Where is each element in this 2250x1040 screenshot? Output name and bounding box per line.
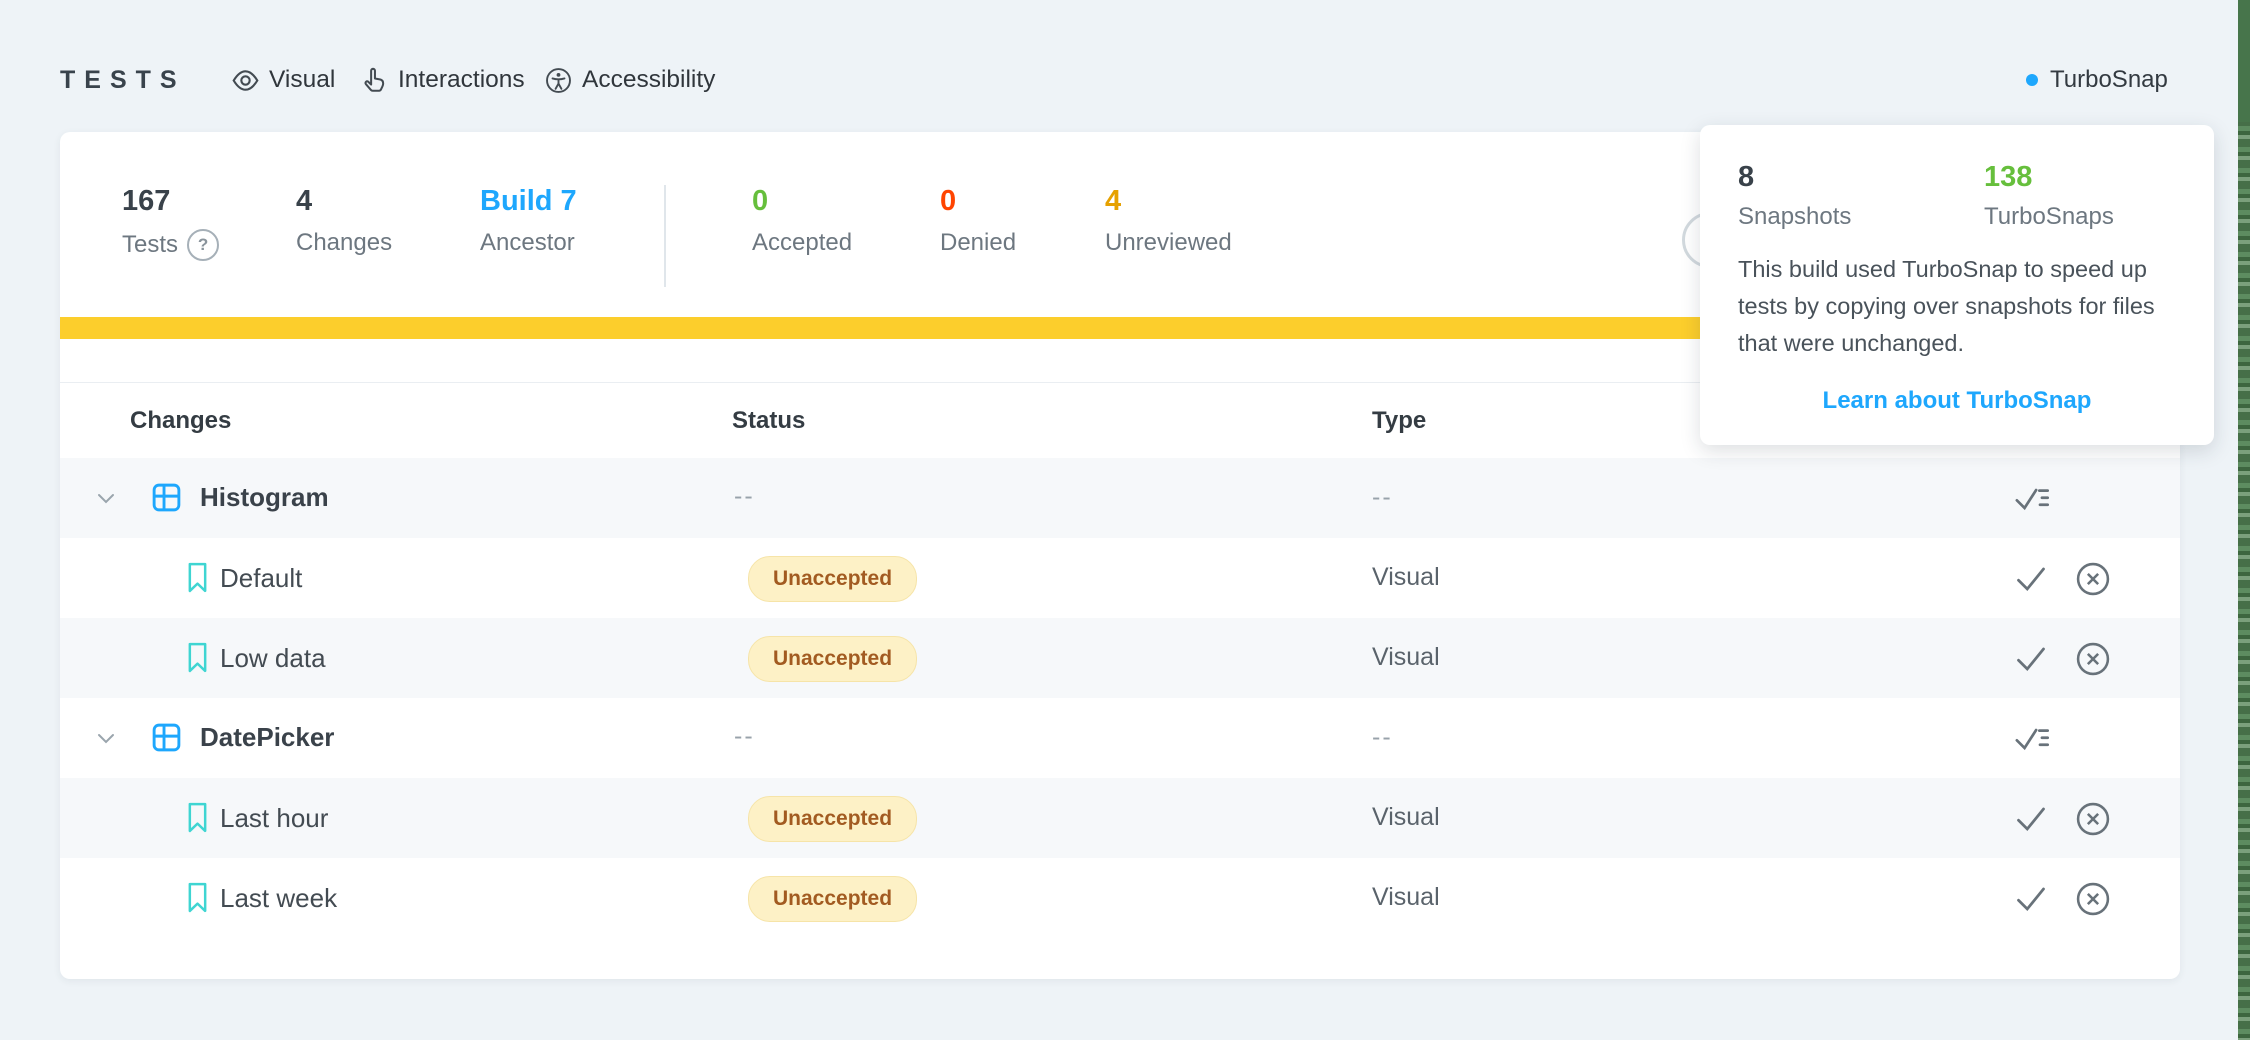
turbosnap-toggle[interactable]: TurboSnap <box>2026 60 2168 100</box>
table-row-story: Last hour Unaccepted Visual <box>60 778 2180 858</box>
type-value: Visual <box>1372 563 1440 592</box>
status-badge: Unaccepted <box>748 796 917 842</box>
type-value: -- <box>1372 483 1393 512</box>
status-value: -- <box>734 482 755 511</box>
accept-check-icon[interactable] <box>2012 560 2050 598</box>
story-name[interactable]: Last week <box>220 883 337 914</box>
column-header-type: Type <box>1372 407 1426 435</box>
component-grid-icon <box>150 721 183 759</box>
tab-label: Accessibility <box>582 66 715 94</box>
stat-tests: 167 Tests ? <box>122 187 219 261</box>
tests-count: 167 <box>122 187 219 216</box>
changes-count: 4 <box>296 187 392 216</box>
component-name[interactable]: Histogram <box>200 482 329 513</box>
chevron-down-icon[interactable] <box>93 485 119 516</box>
stat-denied: 0 Denied <box>940 187 1016 257</box>
status-badge: Unaccepted <box>748 876 917 922</box>
top-bar: TESTS Visual Interactions <box>0 0 2250 120</box>
stats-divider <box>664 185 666 287</box>
column-header-status: Status <box>732 407 805 435</box>
status-badge: Unaccepted <box>748 636 917 682</box>
stat-unreviewed: 4 Unreviewed <box>1105 187 1232 257</box>
accept-check-icon[interactable] <box>2012 640 2050 678</box>
unreviewed-label: Unreviewed <box>1105 229 1232 257</box>
component-name[interactable]: DatePicker <box>200 722 334 753</box>
tab-interactions[interactable]: Interactions <box>361 60 525 100</box>
turbosnap-description: This build used TurboSnap to speed up te… <box>1738 251 2184 362</box>
snapshots-label: Snapshots <box>1738 203 1851 231</box>
stat-accepted: 0 Accepted <box>752 187 852 257</box>
chevron-down-icon[interactable] <box>93 725 119 756</box>
story-name[interactable]: Default <box>220 563 302 594</box>
deny-x-circle-icon[interactable] <box>2074 640 2112 678</box>
turbosnap-label: TurboSnap <box>2050 66 2168 94</box>
accessibility-icon <box>545 67 572 94</box>
batch-accept-icon[interactable] <box>2012 720 2050 758</box>
component-grid-icon <box>150 481 183 519</box>
accepted-count: 0 <box>752 187 852 216</box>
accepted-label: Accepted <box>752 229 852 257</box>
tab-accessibility[interactable]: Accessibility <box>545 60 715 100</box>
batch-accept-icon[interactable] <box>2012 480 2050 518</box>
type-value: -- <box>1372 723 1393 752</box>
bookmark-icon <box>186 802 209 838</box>
status-badge: Unaccepted <box>748 556 917 602</box>
stat-changes: 4 Changes <box>296 187 392 257</box>
type-value: Visual <box>1372 643 1440 672</box>
denied-count: 0 <box>940 187 1016 216</box>
deny-x-circle-icon[interactable] <box>2074 800 2112 838</box>
stat-ancestor-build: Build 7 Ancestor <box>480 187 577 257</box>
column-header-changes: Changes <box>130 407 231 435</box>
turbosnap-dot-icon <box>2026 74 2038 86</box>
bookmark-icon <box>186 642 209 678</box>
page-title: TESTS <box>60 66 186 95</box>
pointer-hand-icon <box>361 67 388 94</box>
right-edge-content-sliver <box>2238 0 2250 1040</box>
denied-label: Denied <box>940 229 1016 257</box>
help-icon[interactable]: ? <box>187 229 219 261</box>
table-row-story: Low data Unaccepted Visual <box>60 618 2180 698</box>
tab-label: Interactions <box>398 66 525 94</box>
table-row-component: DatePicker -- -- <box>60 698 2180 778</box>
ancestor-label: Ancestor <box>480 229 575 257</box>
deny-x-circle-icon[interactable] <box>2074 560 2112 598</box>
turbosnaps-count: 138 <box>1984 161 2032 194</box>
tests-label: Tests <box>122 231 178 259</box>
turbosnap-popover: 8 Snapshots 138 TurboSnaps This build us… <box>1700 125 2214 445</box>
table-row-story: Last week Unaccepted Visual <box>60 858 2180 938</box>
table-row-story: Default Unaccepted Visual <box>60 538 2180 618</box>
ancestor-build-link[interactable]: Build 7 <box>480 187 577 216</box>
eye-icon <box>232 67 259 94</box>
test-rows: Histogram -- -- Default Unaccepted Visua… <box>60 458 2180 938</box>
snapshots-count: 8 <box>1738 161 1754 194</box>
tab-visual[interactable]: Visual <box>232 60 335 100</box>
unreviewed-count: 4 <box>1105 187 1232 216</box>
changes-label: Changes <box>296 229 392 257</box>
turbosnaps-label: TurboSnaps <box>1984 203 2114 231</box>
status-value: -- <box>734 722 755 751</box>
deny-x-circle-icon[interactable] <box>2074 880 2112 918</box>
type-value: Visual <box>1372 883 1440 912</box>
bookmark-icon <box>186 562 209 598</box>
story-name[interactable]: Low data <box>220 643 326 674</box>
learn-about-turbosnap-link[interactable]: Learn about TurboSnap <box>1700 387 2214 415</box>
story-name[interactable]: Last hour <box>220 803 328 834</box>
accept-check-icon[interactable] <box>2012 800 2050 838</box>
table-row-component: Histogram -- -- <box>60 458 2180 538</box>
tab-label: Visual <box>269 66 335 94</box>
accept-check-icon[interactable] <box>2012 880 2050 918</box>
type-value: Visual <box>1372 803 1440 832</box>
bookmark-icon <box>186 882 209 918</box>
page: TESTS Visual Interactions <box>0 0 2250 1040</box>
